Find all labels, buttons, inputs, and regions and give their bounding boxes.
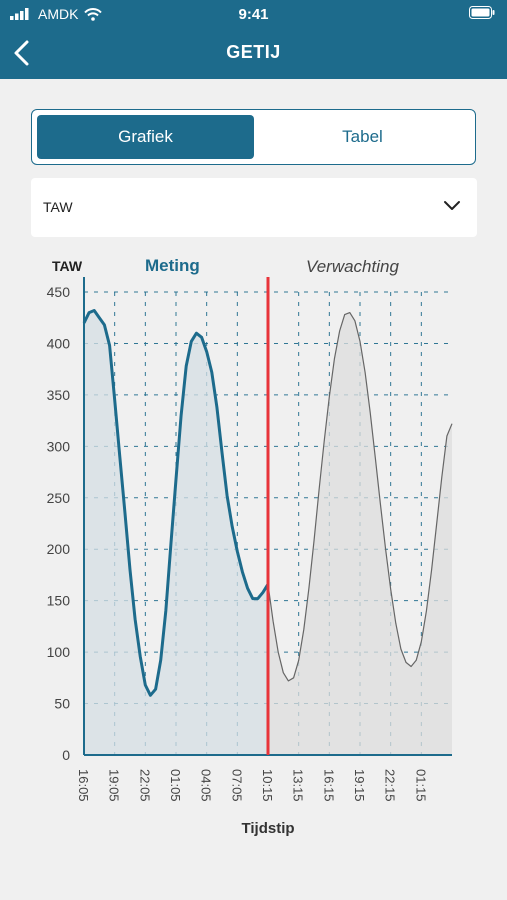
- y-tick-label: 350: [47, 387, 71, 403]
- verwachting-area: [268, 312, 452, 755]
- dropdown-value: TAW: [43, 199, 73, 215]
- x-tick-label: 10:15: [260, 769, 275, 802]
- x-tick-label: 01:15: [413, 769, 428, 802]
- chevron-down-icon: [444, 201, 460, 210]
- page-title: GETIJ: [226, 42, 281, 62]
- x-tick-label: 16:15: [321, 769, 336, 802]
- y-tick-label: 150: [47, 593, 71, 609]
- status-time: 9:41: [238, 6, 269, 23]
- y-tick-label: 400: [47, 335, 71, 351]
- x-tick-label: 19:05: [107, 769, 122, 802]
- tide-chart: 0 50 100 150 200 250 300 350 400 450 16:05 19:05 22:…: [47, 256, 453, 837]
- y-tick-label: 250: [47, 490, 71, 506]
- x-tick-label: 22:15: [383, 769, 398, 802]
- top-bar: AMDK 9:41 GETIJ: [0, 0, 507, 79]
- x-tick-label: 19:15: [352, 769, 367, 802]
- tab-grafiek[interactable]: Grafiek: [37, 115, 254, 159]
- legend-meting: Meting: [145, 256, 200, 275]
- legend-verwachting: Verwachting: [306, 257, 399, 276]
- y-axis-title: TAW: [52, 258, 83, 274]
- x-axis-title: Tijdstip: [241, 820, 294, 837]
- status-bar: AMDK 9:41: [0, 0, 507, 28]
- view-segmented-control: Grafiek Tabel: [31, 109, 476, 165]
- x-tick-label: 13:15: [291, 769, 306, 802]
- x-tick-label: 16:05: [76, 769, 91, 802]
- x-tick-label: 07:05: [229, 769, 244, 802]
- x-tick-label: 22:05: [137, 769, 152, 802]
- y-tick-label: 450: [47, 284, 71, 300]
- x-tick-label: 04:05: [199, 769, 214, 802]
- x-tick-label: 01:05: [168, 769, 183, 802]
- battery-icon: [469, 6, 495, 19]
- y-tick-label: 100: [47, 644, 71, 660]
- reference-dropdown[interactable]: TAW: [31, 178, 477, 237]
- y-tick-label: 300: [47, 438, 71, 454]
- tab-tabel[interactable]: Tabel: [254, 115, 471, 159]
- y-tick-label: 200: [47, 541, 71, 557]
- y-tick-label: 0: [62, 747, 70, 763]
- y-tick-label: 50: [54, 696, 70, 712]
